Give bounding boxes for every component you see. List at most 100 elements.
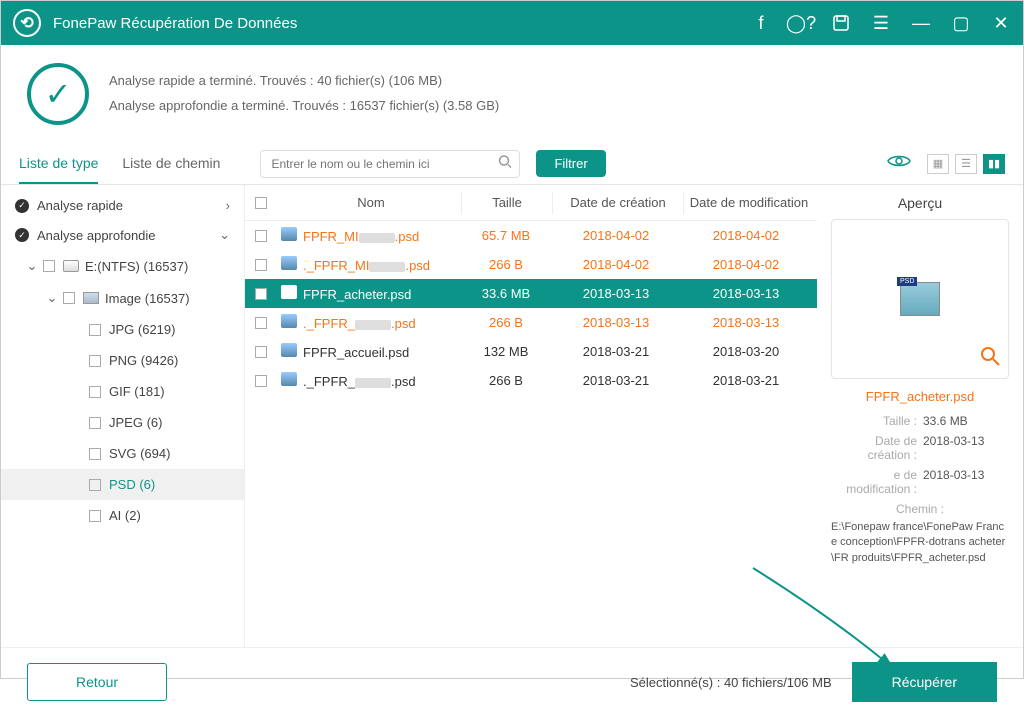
file-size: 65.7 MB <box>461 228 551 243</box>
file-pane: Nom Taille Date de création Date de modi… <box>245 185 817 647</box>
view-detail-icon[interactable]: ▮▮ <box>983 154 1005 174</box>
checkbox[interactable] <box>89 386 101 398</box>
preview-thumbnail[interactable]: PSD <box>831 219 1009 379</box>
sidebar-quick-scan[interactable]: ✓Analyse rapide› <box>1 191 244 220</box>
col-size[interactable]: Taille <box>462 195 552 210</box>
file-modified: 2018-03-13 <box>681 315 811 330</box>
help-icon[interactable]: ◯? <box>791 13 811 33</box>
col-name[interactable]: Nom <box>277 195 461 210</box>
preview-filename: FPFR_acheter.psd <box>831 389 1009 404</box>
table-row[interactable]: ._FPFR_MI.psd266 B2018-04-022018-04-02 <box>245 250 817 279</box>
tree-type-item[interactable]: SVG (694) <box>1 438 244 469</box>
tree-type-item[interactable]: JPEG (6) <box>1 407 244 438</box>
psd-file-icon <box>281 314 297 328</box>
maximize-icon[interactable]: ▢ <box>951 13 971 33</box>
drive-icon <box>63 260 79 272</box>
checkbox-all[interactable] <box>255 197 267 209</box>
tree-label: JPG (6219) <box>109 322 175 337</box>
tree-type-item[interactable]: PNG (9426) <box>1 345 244 376</box>
recover-button[interactable]: Récupérer <box>852 662 997 702</box>
checkbox[interactable] <box>89 479 101 491</box>
tree-drive[interactable]: ⌄E:(NTFS) (16537) <box>1 250 244 282</box>
checkbox[interactable] <box>89 417 101 429</box>
sidebar: ✓Analyse rapide› ✓Analyse approfondie⌄ ⌄… <box>1 185 245 647</box>
checkbox[interactable] <box>255 288 267 300</box>
menu-icon[interactable]: ☰ <box>871 13 891 33</box>
preview-path-label: Chemin : <box>831 502 1009 516</box>
preview-toggle-icon[interactable] <box>887 153 911 174</box>
back-button[interactable]: Retour <box>27 663 167 701</box>
table-row[interactable]: ._FPFR_.psd266 B2018-03-132018-03-13 <box>245 308 817 337</box>
file-created: 2018-04-02 <box>551 228 681 243</box>
file-size: 266 B <box>461 315 551 330</box>
tree-type-item[interactable]: PSD (6) <box>1 469 244 500</box>
col-modified[interactable]: Date de modification <box>684 195 814 210</box>
tab-path-list[interactable]: Liste de chemin <box>122 143 220 184</box>
tree-label: SVG (694) <box>109 446 170 461</box>
checkbox[interactable] <box>255 317 267 329</box>
tree-label: JPEG (6) <box>109 415 162 430</box>
image-icon <box>83 292 99 304</box>
file-size: 132 MB <box>461 344 551 359</box>
file-created: 2018-03-21 <box>551 373 681 388</box>
selection-summary: Sélectionné(s) : 40 fichiers/106 MB <box>630 675 832 690</box>
view-grid-icon[interactable]: ▦ <box>927 154 949 174</box>
titlebar: ⟲ FonePaw Récupération De Données f ◯? ☰… <box>1 1 1023 45</box>
tree-type-item[interactable]: AI (2) <box>1 500 244 531</box>
preview-modified: 2018-03-13 <box>923 468 1009 496</box>
magnify-icon[interactable] <box>980 346 1000 372</box>
preview-title: Aperçu <box>831 195 1009 211</box>
file-modified: 2018-03-21 <box>681 373 811 388</box>
psd-file-icon: PSD <box>900 282 940 316</box>
checkbox[interactable] <box>43 260 55 272</box>
preview-size-label: Taille : <box>831 414 923 428</box>
table-row[interactable]: FPFR_accueil.psd132 MB2018-03-212018-03-… <box>245 337 817 366</box>
checkbox[interactable] <box>89 355 101 367</box>
checkbox[interactable] <box>255 375 267 387</box>
preview-path: E:\Fonepaw france\FonePaw France concept… <box>831 520 1009 566</box>
sidebar-deep-scan[interactable]: ✓Analyse approfondie⌄ <box>1 220 244 250</box>
save-icon[interactable] <box>831 13 851 33</box>
col-created[interactable]: Date de création <box>553 195 683 210</box>
tree-label: GIF (181) <box>109 384 165 399</box>
file-modified: 2018-04-02 <box>681 228 811 243</box>
minimize-icon[interactable]: — <box>911 13 931 33</box>
filter-button[interactable]: Filtrer <box>536 150 605 177</box>
toolbar: Liste de type Liste de chemin Filtrer ▦ … <box>1 143 1023 185</box>
file-size: 266 B <box>461 373 551 388</box>
table-row[interactable]: FPFR_MI.psd65.7 MB2018-04-022018-04-02 <box>245 221 817 250</box>
chevron-down-icon: ⌄ <box>219 227 230 243</box>
chevron-down-icon: ⌄ <box>45 290 59 306</box>
tree-image-group[interactable]: ⌄Image (16537) <box>1 282 244 314</box>
file-created: 2018-03-13 <box>551 286 681 301</box>
checkbox[interactable] <box>255 230 267 242</box>
search-input[interactable] <box>260 150 520 178</box>
status-line-quick: Analyse rapide a terminé. Trouvés : 40 f… <box>109 69 499 94</box>
table-header: Nom Taille Date de création Date de modi… <box>245 185 817 221</box>
footer: Retour Sélectionné(s) : 40 fichiers/106 … <box>1 647 1023 716</box>
psd-file-icon <box>281 285 297 299</box>
file-modified: 2018-03-13 <box>681 286 811 301</box>
checkbox[interactable] <box>89 510 101 522</box>
facebook-icon[interactable]: f <box>751 13 771 33</box>
checkbox[interactable] <box>89 448 101 460</box>
chevron-down-icon: ⌄ <box>25 258 39 274</box>
app-logo-icon: ⟲ <box>13 9 41 37</box>
tree-type-item[interactable]: JPG (6219) <box>1 314 244 345</box>
checkbox[interactable] <box>255 346 267 358</box>
preview-panel: Aperçu PSD FPFR_acheter.psd Taille :33.6… <box>817 185 1023 647</box>
table-row[interactable]: ._FPFR_.psd266 B2018-03-212018-03-21 <box>245 366 817 395</box>
checkbox[interactable] <box>63 292 75 304</box>
checkbox[interactable] <box>89 324 101 336</box>
psd-file-icon <box>281 256 297 270</box>
tree-type-item[interactable]: GIF (181) <box>1 376 244 407</box>
tab-type-list[interactable]: Liste de type <box>19 143 98 184</box>
sidebar-item-label: Analyse approfondie <box>37 228 156 243</box>
close-icon[interactable]: ✕ <box>991 13 1011 33</box>
table-row[interactable]: FPFR_acheter.psd33.6 MB2018-03-132018-03… <box>245 279 817 308</box>
psd-file-icon <box>281 227 297 241</box>
view-list-icon[interactable]: ☰ <box>955 154 977 174</box>
search-icon[interactable] <box>498 154 512 173</box>
checkbox[interactable] <box>255 259 267 271</box>
file-created: 2018-03-21 <box>551 344 681 359</box>
